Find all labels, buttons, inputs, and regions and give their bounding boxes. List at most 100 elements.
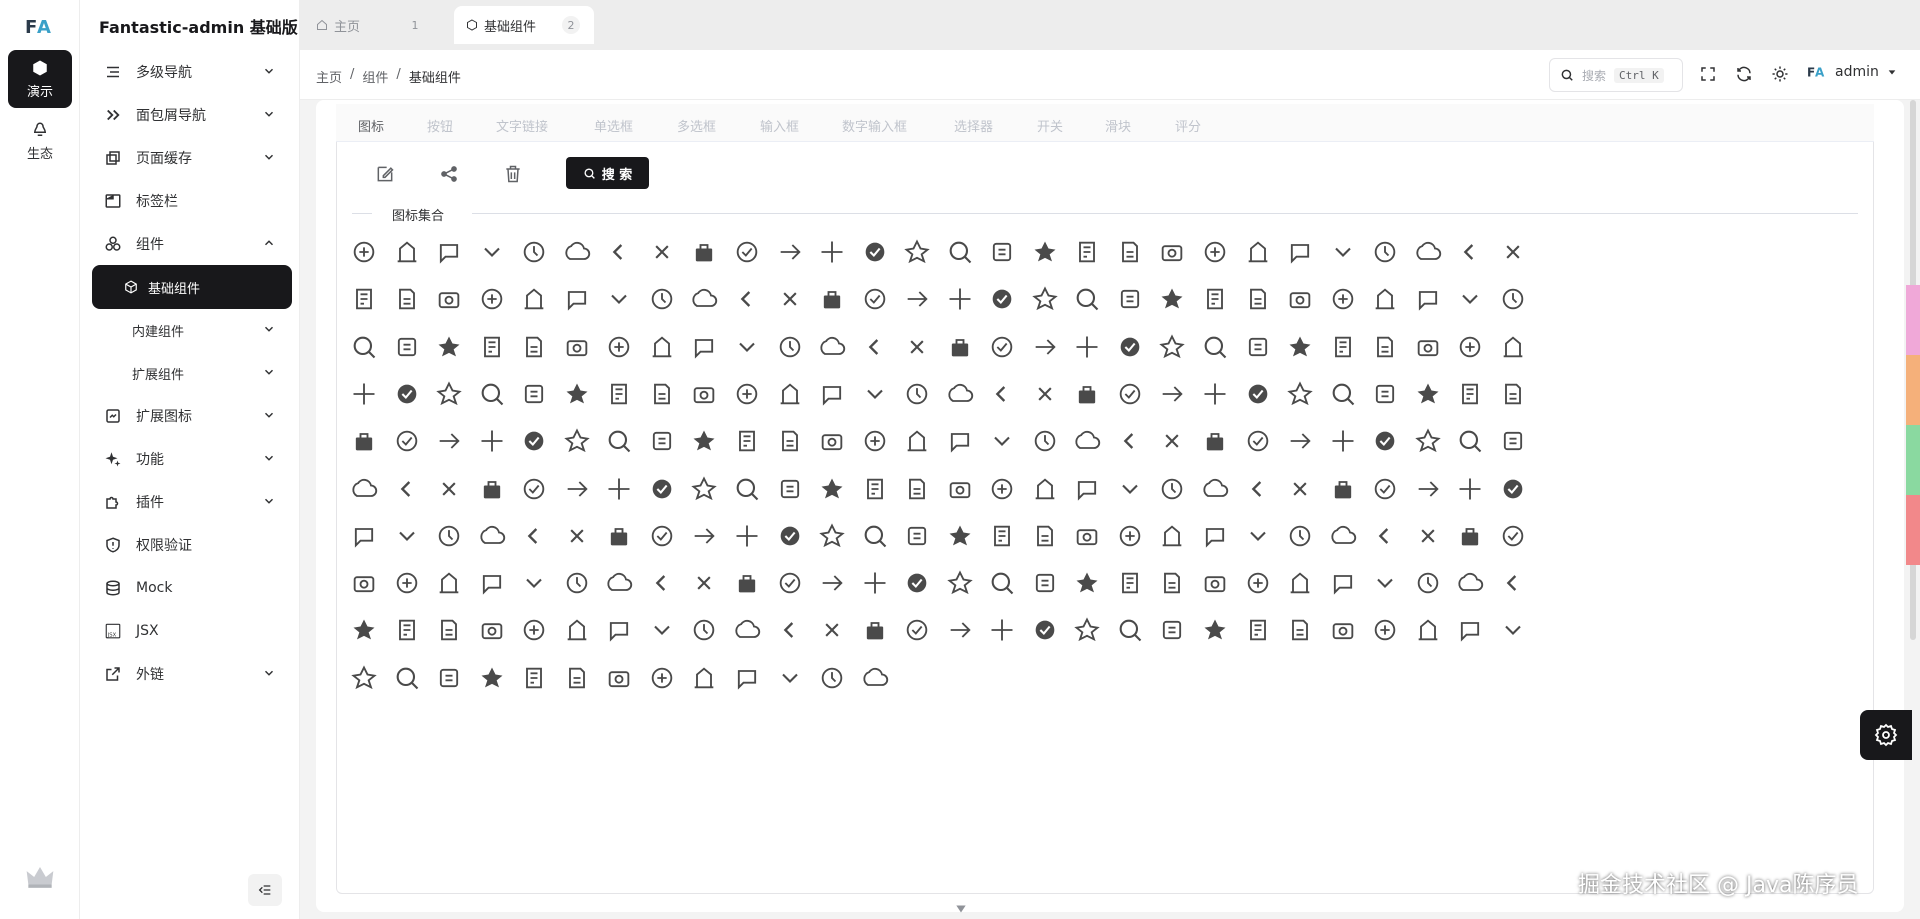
- icon-sample-190[interactable]: [1280, 516, 1320, 556]
- icon-sample-239[interactable]: [982, 610, 1022, 650]
- icon-sample-204[interactable]: [684, 563, 724, 603]
- icon-sample-43[interactable]: [982, 279, 1022, 319]
- icon-sample-237[interactable]: [897, 610, 937, 650]
- icon-sample-230[interactable]: [599, 610, 639, 650]
- icon-sample-229[interactable]: [557, 610, 597, 650]
- sidebar-item-external-links[interactable]: 外链: [88, 652, 292, 696]
- icon-sample-8[interactable]: [684, 232, 724, 272]
- icon-sample-131[interactable]: [1152, 421, 1192, 461]
- icon-sample-196[interactable]: [344, 563, 384, 603]
- icon-sample-6[interactable]: [599, 232, 639, 272]
- icon-sample-155[interactable]: [982, 469, 1022, 509]
- icon-sample-99[interactable]: [982, 374, 1022, 414]
- icon-sample-174[interactable]: [599, 516, 639, 556]
- icon-sample-93[interactable]: [727, 374, 767, 414]
- icon-sample-149[interactable]: [727, 469, 767, 509]
- icon-sample-159[interactable]: [1152, 469, 1192, 509]
- icon-sample-17[interactable]: [1067, 232, 1107, 272]
- icon-sample-222[interactable]: [1450, 563, 1490, 603]
- icon-sample-5[interactable]: [557, 232, 597, 272]
- icon-sample-158[interactable]: [1110, 469, 1150, 509]
- icon-sample-232[interactable]: [684, 610, 724, 650]
- icon-sample-20[interactable]: [1195, 232, 1235, 272]
- icon-sample-201[interactable]: [557, 563, 597, 603]
- sidebar-item-extended-icons[interactable]: 扩展图标: [88, 394, 292, 438]
- icon-sample-224[interactable]: [344, 610, 384, 650]
- icon-sample-205[interactable]: [727, 563, 767, 603]
- share-button[interactable]: [438, 163, 460, 185]
- rail-item-ecosystem[interactable]: 生态: [8, 112, 72, 170]
- icon-sample-56[interactable]: [344, 327, 384, 367]
- icon-sample-138[interactable]: [1450, 421, 1490, 461]
- icon-sample-153[interactable]: [897, 469, 937, 509]
- icon-sample-214[interactable]: [1110, 563, 1150, 603]
- icon-sample-263[interactable]: [812, 658, 852, 698]
- icon-sample-120[interactable]: [684, 421, 724, 461]
- icon-sample-183[interactable]: [982, 516, 1022, 556]
- tab-category-8[interactable]: 开关: [1037, 116, 1063, 135]
- icon-sample-156[interactable]: [1025, 469, 1065, 509]
- icon-sample-121[interactable]: [727, 421, 767, 461]
- icon-sample-213[interactable]: [1067, 563, 1107, 603]
- theme-color-swatch-2[interactable]: [1906, 425, 1920, 495]
- icon-sample-145[interactable]: [557, 469, 597, 509]
- icon-sample-248[interactable]: [1365, 610, 1405, 650]
- icon-sample-246[interactable]: [1280, 610, 1320, 650]
- icon-sample-148[interactable]: [684, 469, 724, 509]
- icon-sample-160[interactable]: [1195, 469, 1235, 509]
- sidebar-item-components[interactable]: 组件: [88, 222, 292, 266]
- icon-sample-98[interactable]: [940, 374, 980, 414]
- icon-sample-210[interactable]: [940, 563, 980, 603]
- icon-sample-170[interactable]: [429, 516, 469, 556]
- breadcrumb-item[interactable]: 组件: [362, 67, 388, 86]
- icon-sample-264[interactable]: [855, 658, 895, 698]
- icon-sample-94[interactable]: [770, 374, 810, 414]
- icon-sample-108[interactable]: [1365, 374, 1405, 414]
- icon-sample-123[interactable]: [812, 421, 852, 461]
- icon-sample-74[interactable]: [1110, 327, 1150, 367]
- icon-sample-71[interactable]: [982, 327, 1022, 367]
- theme-color-swatch-0[interactable]: [1906, 285, 1920, 355]
- icon-sample-95[interactable]: [812, 374, 852, 414]
- icon-sample-3[interactable]: [472, 232, 512, 272]
- app-logo[interactable]: F A: [25, 14, 55, 38]
- icon-sample-228[interactable]: [514, 610, 554, 650]
- icon-sample-83[interactable]: [1493, 327, 1533, 367]
- icon-sample-218[interactable]: [1280, 563, 1320, 603]
- icon-sample-144[interactable]: [514, 469, 554, 509]
- search-input[interactable]: 搜索 Ctrl K: [1549, 58, 1683, 92]
- icon-sample-259[interactable]: [642, 658, 682, 698]
- icon-sample-113[interactable]: [387, 421, 427, 461]
- icon-sample-175[interactable]: [642, 516, 682, 556]
- icon-sample-86[interactable]: [429, 374, 469, 414]
- icon-sample-87[interactable]: [472, 374, 512, 414]
- scroll-down-icon[interactable]: [954, 902, 968, 916]
- icon-sample-212[interactable]: [1025, 563, 1065, 603]
- icon-sample-85[interactable]: [387, 374, 427, 414]
- icon-sample-192[interactable]: [1365, 516, 1405, 556]
- icon-sample-127[interactable]: [982, 421, 1022, 461]
- icon-sample-223[interactable]: [1493, 563, 1533, 603]
- tab-category-3[interactable]: 单选框: [594, 116, 633, 135]
- refresh-button[interactable]: [1735, 65, 1755, 85]
- sidebar-item-plugins[interactable]: 插件: [88, 480, 292, 524]
- icon-sample-1[interactable]: [387, 232, 427, 272]
- icon-sample-92[interactable]: [684, 374, 724, 414]
- icon-sample-79[interactable]: [1323, 327, 1363, 367]
- icon-sample-55[interactable]: [1493, 279, 1533, 319]
- icon-sample-45[interactable]: [1067, 279, 1107, 319]
- icon-sample-0[interactable]: [344, 232, 384, 272]
- icon-sample-10[interactable]: [770, 232, 810, 272]
- icon-sample-30[interactable]: [429, 279, 469, 319]
- icon-sample-61[interactable]: [557, 327, 597, 367]
- icon-sample-142[interactable]: [429, 469, 469, 509]
- icon-sample-173[interactable]: [557, 516, 597, 556]
- icon-sample-90[interactable]: [599, 374, 639, 414]
- icon-sample-58[interactable]: [429, 327, 469, 367]
- icon-sample-78[interactable]: [1280, 327, 1320, 367]
- icon-sample-47[interactable]: [1152, 279, 1192, 319]
- icon-sample-65[interactable]: [727, 327, 767, 367]
- icon-sample-75[interactable]: [1152, 327, 1192, 367]
- icon-sample-251[interactable]: [1493, 610, 1533, 650]
- icon-sample-118[interactable]: [599, 421, 639, 461]
